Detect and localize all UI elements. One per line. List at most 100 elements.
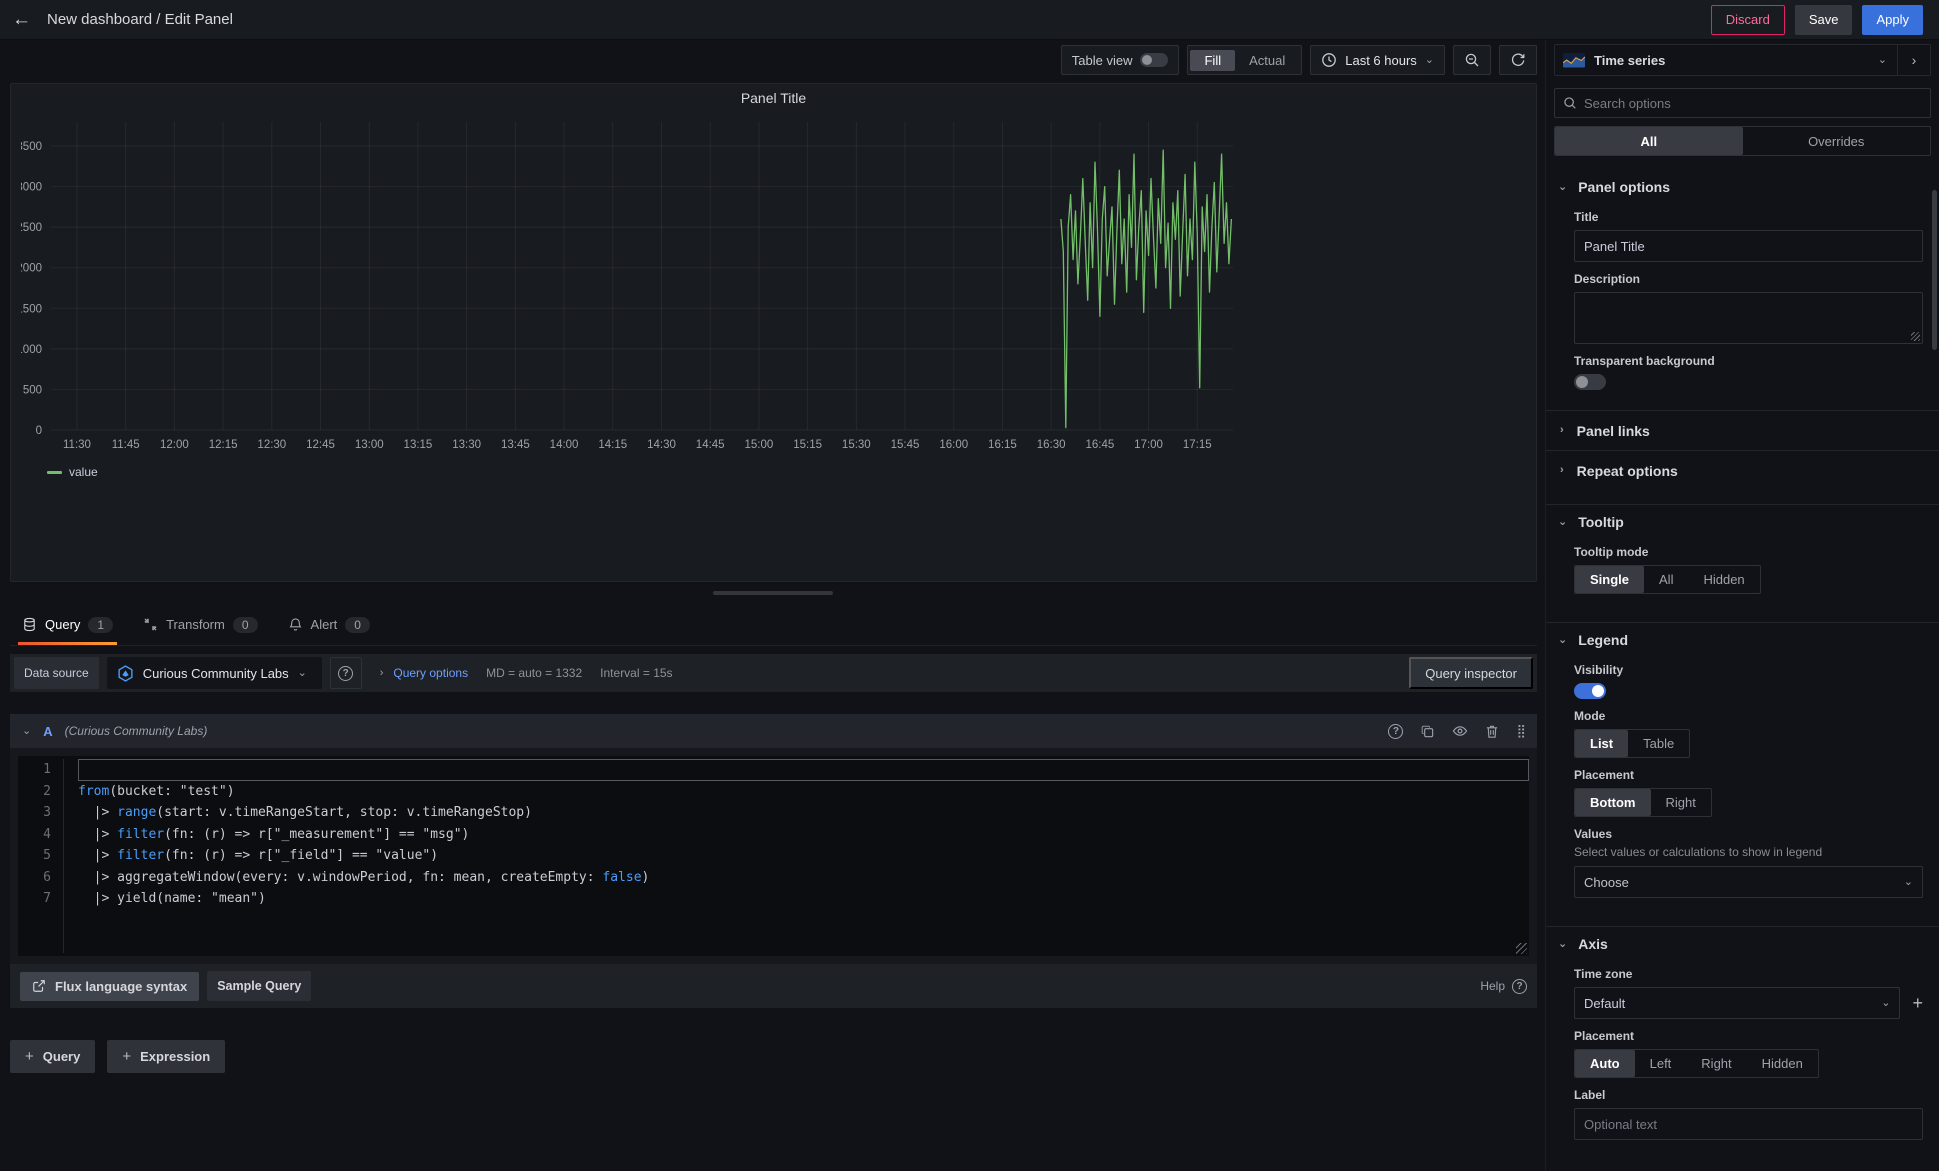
legend-header[interactable]: ⌄ Legend	[1546, 623, 1939, 653]
svg-text:15:30: 15:30	[842, 439, 871, 451]
svg-text:16:15: 16:15	[988, 439, 1017, 451]
tooltip-mode-single[interactable]: Single	[1575, 566, 1644, 593]
legend-visibility-toggle[interactable]	[1574, 683, 1606, 699]
legend-mode-table[interactable]: Table	[1628, 730, 1689, 757]
sample-query-button[interactable]: Sample Query	[207, 971, 311, 1001]
repeat-options-row[interactable]: › Repeat options	[1546, 450, 1939, 490]
tooltip-header[interactable]: ⌄ Tooltip	[1546, 505, 1939, 535]
search-options-input[interactable]	[1584, 96, 1922, 111]
editor-resize-handle[interactable]	[1516, 943, 1527, 954]
clock-icon	[1321, 52, 1337, 68]
axis-placement-left[interactable]: Left	[1635, 1050, 1687, 1077]
section-title: Legend	[1578, 632, 1628, 648]
tab-query[interactable]: Query 1	[22, 604, 113, 645]
svg-text:12:00: 12:00	[160, 439, 189, 451]
table-view-switch[interactable]	[1140, 53, 1168, 67]
legend-placement-right[interactable]: Right	[1651, 789, 1711, 816]
description-label: Description	[1574, 272, 1923, 286]
table-view-toggle[interactable]: Table view	[1061, 45, 1180, 75]
add-expression-button[interactable]: + Expression	[107, 1040, 225, 1073]
tooltip-mode-all[interactable]: All	[1644, 566, 1688, 593]
legend-placement-bottom[interactable]: Bottom	[1575, 789, 1651, 816]
plus-icon: +	[122, 1048, 131, 1065]
axis-label-input[interactable]	[1574, 1108, 1923, 1140]
save-button[interactable]: Save	[1795, 5, 1853, 35]
apply-button[interactable]: Apply	[1862, 5, 1923, 35]
legend-values-description: Select values or calculations to show in…	[1574, 845, 1923, 859]
actual-option[interactable]: Actual	[1235, 50, 1299, 71]
query-options-toggle[interactable]: Query options	[393, 666, 468, 680]
timezone-select[interactable]: Default ⌄	[1574, 987, 1900, 1019]
bell-icon	[288, 617, 303, 632]
chevron-down-icon: ⌄	[1558, 939, 1567, 950]
question-circle-icon: ?	[338, 666, 353, 681]
legend-values-select[interactable]: Choose ⌄	[1574, 866, 1923, 898]
sidebar-scrollbar-thumb[interactable]	[1932, 190, 1937, 350]
drag-handle[interactable]: ⣿	[1516, 723, 1525, 739]
remove-query-button[interactable]	[1485, 724, 1499, 739]
datasource-name: Curious Community Labs	[143, 666, 289, 681]
plus-icon: +	[25, 1048, 34, 1065]
copy-icon	[1420, 724, 1435, 739]
chart-panel: Panel Title 0500100015002000250030003500…	[10, 83, 1537, 582]
svg-text:13:45: 13:45	[501, 439, 530, 451]
axis-placement-auto[interactable]: Auto	[1575, 1050, 1635, 1077]
description-field[interactable]	[1574, 292, 1923, 344]
timeseries-viz-icon	[1563, 53, 1585, 68]
panel-links-row[interactable]: › Panel links	[1546, 410, 1939, 450]
svg-text:14:15: 14:15	[598, 439, 627, 451]
collapse-query-icon[interactable]: ⌄	[22, 726, 31, 737]
timezone-label: Time zone	[1574, 967, 1923, 981]
textarea-resize-handle[interactable]	[1911, 332, 1920, 341]
disable-query-button[interactable]	[1452, 723, 1468, 739]
legend-swatch	[47, 471, 62, 474]
transparent-background-toggle[interactable]	[1574, 374, 1606, 390]
help-button[interactable]: Help ?	[1480, 979, 1527, 994]
datasource-help-button[interactable]: ?	[330, 657, 362, 689]
zoom-out-button[interactable]	[1453, 45, 1491, 75]
tooltip-mode-group: Single All Hidden	[1574, 565, 1761, 594]
chevron-right-icon: ›	[1560, 425, 1564, 436]
tab-transform[interactable]: Transform 0	[143, 604, 257, 645]
datasource-label: Data source	[14, 657, 99, 689]
tooltip-mode-hidden[interactable]: Hidden	[1688, 566, 1759, 593]
chevron-right-icon: ›	[380, 668, 384, 679]
axis-placement-right[interactable]: Right	[1686, 1050, 1746, 1077]
timeseries-plot[interactable]: 050010001500200025003000350011:3011:4512…	[21, 112, 1526, 460]
add-timezone-button[interactable]: +	[1912, 993, 1923, 1014]
tab-overrides[interactable]: Overrides	[1743, 127, 1931, 155]
datasource-picker[interactable]: Curious Community Labs ⌄	[107, 657, 322, 689]
duplicate-query-button[interactable]	[1420, 724, 1435, 739]
zoom-out-icon	[1464, 52, 1480, 68]
panel-title-input[interactable]	[1574, 230, 1923, 262]
tab-query-label: Query	[45, 617, 80, 632]
options-search[interactable]	[1554, 88, 1931, 118]
axis-header[interactable]: ⌄ Axis	[1546, 927, 1939, 957]
panel-options-header[interactable]: ⌄ Panel options	[1546, 170, 1939, 200]
fill-option[interactable]: Fill	[1190, 50, 1235, 71]
axis-placement-hidden[interactable]: Hidden	[1747, 1050, 1818, 1077]
query-inspector-button[interactable]: Query inspector	[1409, 657, 1533, 689]
query-help-button[interactable]: ?	[1388, 724, 1403, 739]
section-tooltip: ⌄ Tooltip Tooltip mode Single All Hidden	[1546, 504, 1939, 608]
back-button[interactable]: ←	[12, 10, 31, 29]
visualization-picker[interactable]: Time series ⌄ ›	[1554, 44, 1931, 76]
legend-item-value[interactable]: value	[21, 460, 1526, 482]
legend-mode-list[interactable]: List	[1575, 730, 1628, 757]
tab-query-count: 1	[88, 617, 113, 633]
tab-alert[interactable]: Alert 0	[288, 604, 370, 645]
add-query-button[interactable]: + Query	[10, 1040, 95, 1073]
viz-type-name: Time series	[1594, 53, 1665, 68]
tab-all[interactable]: All	[1555, 127, 1743, 155]
section-title: Axis	[1578, 936, 1608, 952]
collapse-sidebar-button[interactable]: ›	[1898, 45, 1930, 75]
splitter-drag-handle[interactable]	[713, 591, 833, 595]
flux-code-editor[interactable]: 1234567 from(bucket: "test") |> range(st…	[18, 756, 1529, 956]
time-range-picker[interactable]: Last 6 hours ⌄	[1310, 45, 1445, 75]
refresh-button[interactable]	[1499, 45, 1537, 75]
query-editor-card: ⌄ A (Curious Community Labs) ? ⣿ 1234567…	[10, 714, 1537, 1008]
flux-syntax-button[interactable]: Flux language syntax	[20, 972, 199, 1001]
transparent-background-label: Transparent background	[1574, 354, 1923, 368]
top-navigation-bar: ← New dashboard / Edit Panel Discard Sav…	[0, 0, 1939, 40]
discard-button[interactable]: Discard	[1711, 5, 1785, 35]
